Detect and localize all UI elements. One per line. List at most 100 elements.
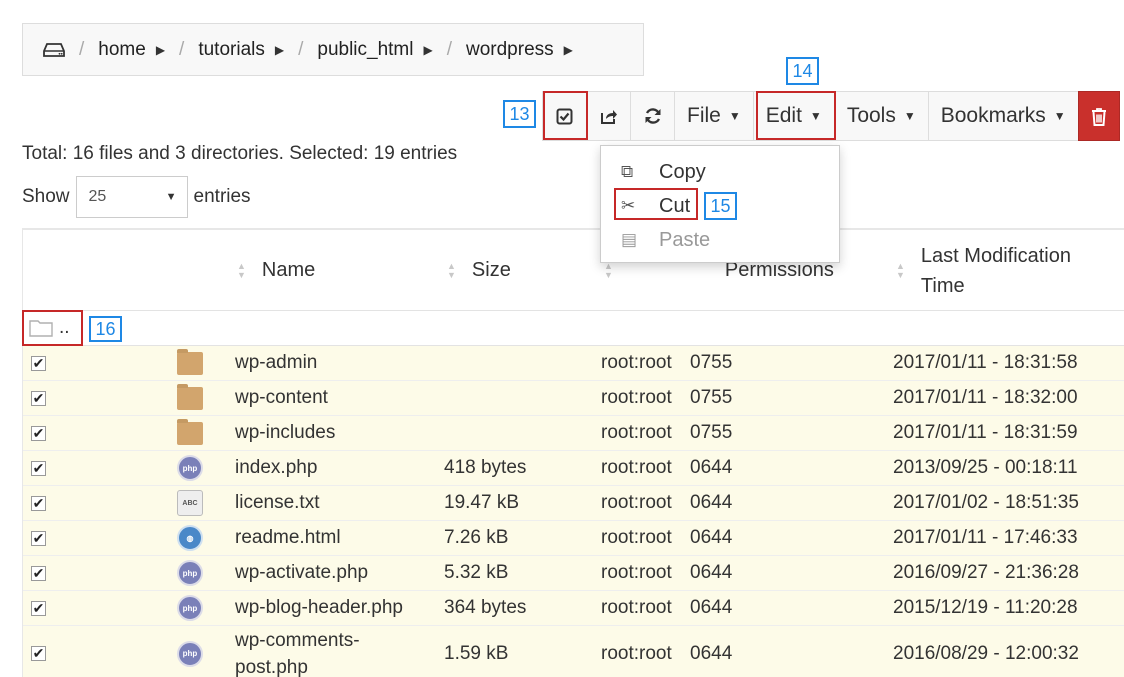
sort-icon: ▲ ▼ (896, 260, 905, 280)
caret-right-icon[interactable]: ▶ (564, 43, 573, 57)
caret-down-icon: ▼ (1053, 109, 1066, 123)
caret-right-icon[interactable]: ▶ (423, 43, 432, 57)
entries-select[interactable]: 25 ▼ (75, 176, 188, 218)
entries-label: entries (193, 186, 251, 207)
checkbox-checked-icon: ✔ (31, 459, 46, 476)
checkbox-checked-icon: ✔ (31, 389, 46, 406)
file-perms: 0644 (690, 527, 733, 548)
php-file-icon: php (177, 640, 203, 667)
file-name[interactable]: readme.html (235, 521, 341, 555)
file-mtime: 2017/01/11 - 17:46:33 (893, 527, 1078, 548)
menu-item-paste[interactable]: ▤ Paste (601, 223, 839, 257)
breadcrumb-label: home (98, 38, 146, 60)
text-file-icon: ABC (177, 490, 203, 516)
row-checkbox[interactable]: ✔ (31, 626, 46, 677)
file-perms: 0755 (690, 352, 733, 373)
caret-right-icon[interactable]: ▶ (156, 43, 165, 57)
caret-down-icon: ▼ (165, 191, 177, 203)
file-owner: root:root (601, 457, 672, 478)
row-checkbox[interactable]: ✔ (31, 521, 46, 555)
breadcrumb-item-tutorials[interactable]: tutorials ▶ (198, 39, 284, 61)
tools-menu-label: Tools (846, 104, 896, 127)
file-type-cell: php (177, 556, 203, 590)
breadcrumb-item-wordpress[interactable]: wordpress ▶ (466, 39, 573, 61)
table-row[interactable]: ✔ wp-admin root:root 0755 2017/01/11 - 1… (23, 346, 1124, 381)
checkbox-checked-icon: ✔ (31, 354, 46, 371)
file-name[interactable]: wp-includes (235, 416, 335, 450)
drive-icon[interactable] (43, 42, 65, 58)
checkbox-checked-icon: ✔ (31, 494, 46, 511)
column-header-label: Size (471, 259, 511, 281)
table-row[interactable]: ✔ wp-content root:root 0755 2017/01/11 -… (23, 381, 1124, 416)
file-size: 19.47 kB (444, 492, 519, 513)
file-perms: 0644 (690, 642, 733, 664)
row-checkbox[interactable]: ✔ (31, 346, 46, 380)
bookmarks-menu-button[interactable]: Bookmarks ▼ (927, 91, 1079, 141)
sort-icon: ▲ ▼ (237, 260, 246, 280)
file-name[interactable]: wp-comments-post.php (235, 626, 385, 677)
file-mtime: 2013/09/25 - 00:18:11 (893, 457, 1078, 478)
file-owner: root:root (601, 642, 672, 664)
row-checkbox[interactable]: ✔ (31, 381, 46, 415)
file-type-cell: ABC (177, 486, 203, 520)
file-type-cell: php (177, 591, 203, 625)
file-owner: root:root (601, 527, 672, 548)
file-mtime: 2015/12/19 - 11:20:28 (893, 597, 1078, 618)
file-table: ▲ ▼ Name ▲ ▼ Size ▲ ▼ Permissions ▲ ▼ Last Modif… (22, 228, 1124, 677)
row-checkbox[interactable]: ✔ (31, 451, 46, 485)
file-type-cell (177, 346, 203, 380)
file-name[interactable]: index.php (235, 451, 317, 485)
file-perms: 0644 (690, 492, 733, 513)
sort-icon: ▲ ▼ (604, 260, 613, 280)
column-header-modified[interactable]: ▲ ▼ Last Modification Time (896, 230, 1071, 311)
caret-down-icon: ▼ (728, 109, 741, 123)
table-row[interactable]: ✔ ◍ readme.html 7.26 kB root:root 0644 2… (23, 521, 1124, 556)
delete-button[interactable] (1077, 91, 1120, 141)
checkbox-checked-icon: ✔ (31, 599, 46, 616)
refresh-button[interactable] (630, 91, 675, 141)
file-mtime: 2017/01/11 - 18:32:00 (893, 387, 1078, 408)
menu-item-label: Copy (659, 160, 706, 183)
table-row[interactable]: ✔ php index.php 418 bytes root:root 0644… (23, 451, 1124, 486)
file-size: 5.32 kB (444, 562, 509, 583)
file-mtime: 2017/01/02 - 18:51:35 (893, 492, 1079, 513)
file-perms: 0644 (690, 597, 733, 618)
menu-item-copy[interactable]: ⧉ Copy (601, 155, 839, 189)
file-type-cell: ◍ (177, 521, 203, 555)
file-size: 418 bytes (444, 457, 527, 478)
breadcrumb-item-public-html[interactable]: public_html ▶ (317, 39, 432, 61)
file-name[interactable]: wp-activate.php (235, 556, 368, 590)
file-name[interactable]: wp-blog-header.php (235, 591, 403, 625)
breadcrumb-item-home[interactable]: home ▶ (98, 39, 165, 61)
table-row[interactable]: ✔ php wp-blog-header.php 364 bytes root:… (23, 591, 1124, 626)
share-button[interactable] (586, 91, 631, 141)
file-name[interactable]: wp-admin (235, 346, 317, 380)
tools-menu-button[interactable]: Tools ▼ (833, 91, 929, 141)
table-row[interactable]: ✔ ABC license.txt 19.47 kB root:root 064… (23, 486, 1124, 521)
share-icon (600, 109, 617, 124)
parent-directory-row[interactable]: .. (23, 311, 1124, 346)
file-menu-label: File (687, 104, 721, 127)
row-checkbox[interactable]: ✔ (31, 486, 46, 520)
file-size: 1.59 kB (444, 642, 509, 664)
file-name[interactable]: license.txt (235, 486, 319, 520)
table-row[interactable]: ✔ php wp-activate.php 5.32 kB root:root … (23, 556, 1124, 591)
file-name[interactable]: wp-content (235, 381, 328, 415)
annotation-box-cut (614, 188, 698, 220)
caret-right-icon[interactable]: ▶ (275, 43, 284, 57)
php-file-icon: php (177, 455, 203, 481)
sort-icon: ▲ ▼ (447, 260, 456, 280)
file-menu-button[interactable]: File ▼ (674, 91, 754, 141)
row-checkbox[interactable]: ✔ (31, 416, 46, 450)
checkbox-checked-icon: ✔ (31, 645, 46, 661)
file-owner: root:root (601, 562, 672, 583)
page-length-control: Show 25 ▼ entries (22, 176, 251, 218)
row-checkbox[interactable]: ✔ (31, 591, 46, 625)
column-header-size[interactable]: ▲ ▼ Size (447, 230, 511, 311)
checkbox-checked-icon: ✔ (31, 424, 46, 441)
table-row[interactable]: ✔ php wp-comments-post.php 1.59 kB root:… (23, 626, 1124, 677)
table-row[interactable]: ✔ wp-includes root:root 0755 2017/01/11 … (23, 416, 1124, 451)
column-header-name[interactable]: ▲ ▼ Name (237, 230, 315, 311)
row-checkbox[interactable]: ✔ (31, 556, 46, 590)
file-type-cell (177, 381, 203, 415)
